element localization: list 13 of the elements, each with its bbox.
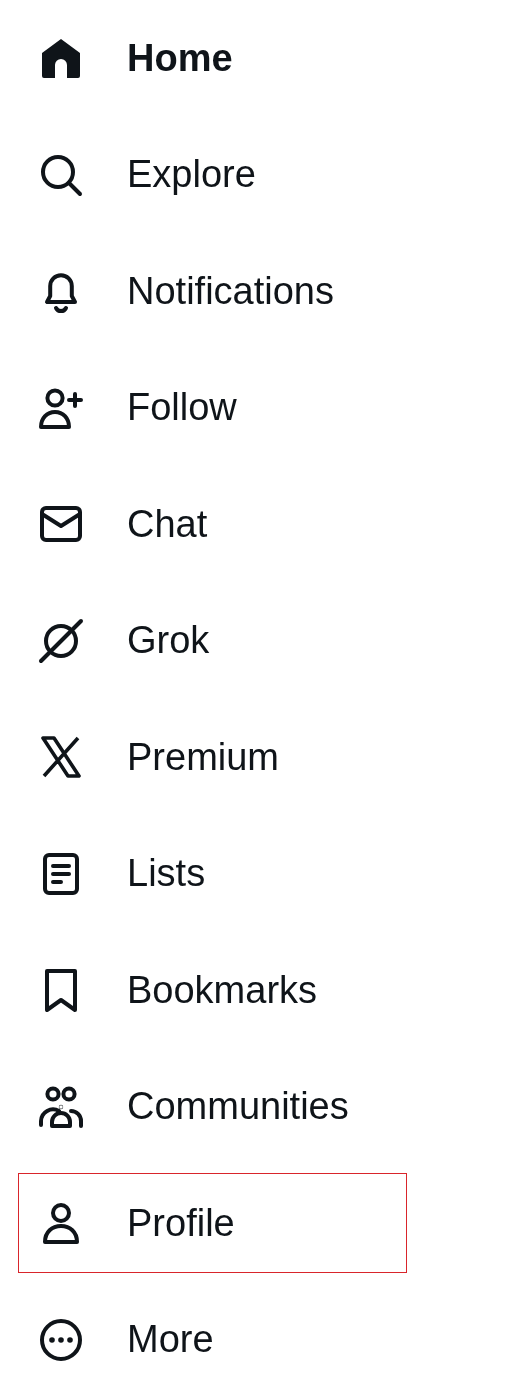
- slashed-circle-icon: [37, 616, 85, 665]
- nav-link[interactable]: Home: [18, 8, 407, 109]
- nav-link[interactable]: Follow: [18, 357, 407, 458]
- nav-link[interactable]: Notifications: [18, 241, 407, 342]
- nav-link[interactable]: Explore: [18, 124, 407, 225]
- nav-link[interactable]: Communities: [18, 1056, 407, 1157]
- nav-link[interactable]: Lists: [18, 823, 407, 924]
- nav-link[interactable]: Profile: [18, 1173, 407, 1274]
- nav-link[interactable]: Grok: [18, 590, 407, 691]
- nav-link[interactable]: Bookmarks: [18, 940, 407, 1041]
- nav-link[interactable]: More: [18, 1289, 407, 1390]
- nav-link[interactable]: Premium: [18, 707, 407, 808]
- nav-link[interactable]: Chat: [18, 474, 407, 575]
